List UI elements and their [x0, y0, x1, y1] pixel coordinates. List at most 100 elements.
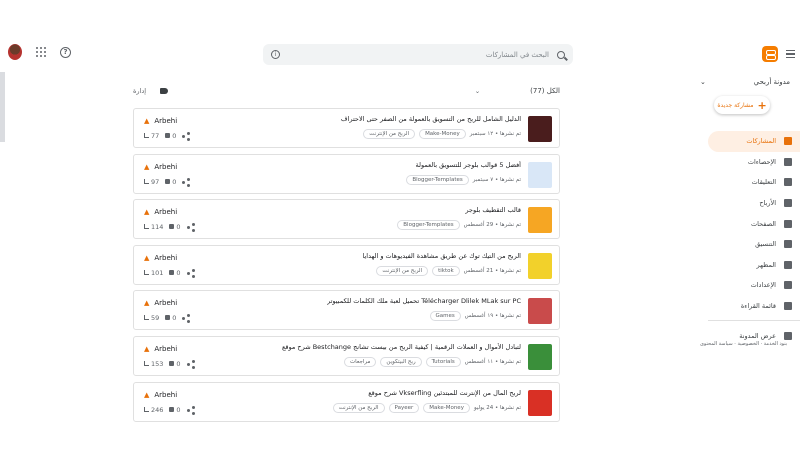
pages-icon: [784, 219, 792, 228]
post-thumbnail[interactable]: [528, 389, 552, 416]
chevron-down-icon[interactable]: ⌄: [475, 87, 480, 95]
menu-icon[interactable]: [786, 50, 795, 58]
sidebar-item-dollar[interactable]: الأرباح: [708, 193, 800, 214]
post-label[interactable]: Blogger-Templates: [406, 174, 469, 185]
comment-icon: [165, 315, 171, 321]
sidebar-item-comments[interactable]: التعليقات: [708, 172, 800, 193]
post-thumbnail[interactable]: [528, 161, 552, 188]
post-title[interactable]: أفضل 5 قوالب بلوجر للتسويق بالعمولة: [416, 161, 521, 169]
sidebar-item-pages[interactable]: الصفحات: [708, 213, 800, 234]
sidebar-item-label: الأرباح: [759, 199, 776, 208]
post-label[interactable]: الربح من الإنترنت: [332, 402, 385, 413]
post-label[interactable]: Games: [429, 311, 461, 322]
post-row[interactable]: أفضل 5 قوالب بلوجر للتسويق بالعمولة تم نش…: [133, 153, 560, 194]
post-stats: 59 0: [144, 314, 191, 324]
new-post-button[interactable]: مشاركة جديدة +: [714, 96, 770, 114]
manage-button[interactable]: إدارة: [133, 87, 146, 95]
posts-icon: [784, 137, 792, 146]
post-meta: تم نشرها • ١٢ سبتمبر Make-Money الربح من ا…: [363, 129, 521, 139]
post-label[interactable]: الربح من الإنترنت: [363, 129, 416, 139]
post-label[interactable]: Make-Money: [423, 402, 470, 413]
sidebar-item-bookmark[interactable]: قائمة القراءة: [708, 296, 800, 317]
post-label[interactable]: Make-Money: [419, 129, 466, 139]
post-thumbnail[interactable]: [528, 207, 552, 234]
label-icon[interactable]: [160, 88, 169, 94]
plus-icon: +: [757, 98, 767, 112]
sidebar-item-label: التعليقات: [751, 178, 776, 187]
post-stats: 101 0: [144, 268, 195, 278]
post-author: ▲ Arbehi: [144, 254, 177, 262]
comments-count: 0: [169, 269, 181, 277]
post-title[interactable]: قالب التقطيف بلوجر: [465, 206, 521, 214]
post-thumbnail[interactable]: [528, 116, 552, 142]
post-label[interactable]: ربح البيتكوين: [380, 356, 422, 367]
post-label[interactable]: Blogger-Templates: [397, 220, 460, 231]
comments-value: 0: [172, 132, 177, 140]
post-label[interactable]: الربح من الإنترنت: [376, 265, 429, 276]
avatar[interactable]: [8, 44, 22, 60]
post-author: ▲ Arbehi: [144, 163, 177, 171]
all-filter[interactable]: الكل (77): [530, 87, 560, 95]
post-label[interactable]: مراجعات: [343, 356, 377, 367]
post-thumbnail[interactable]: [528, 343, 552, 370]
comment-icon: [169, 406, 175, 412]
post-label[interactable]: tiktok: [432, 265, 460, 276]
scrollbar[interactable]: [0, 72, 5, 142]
blogger-logo-icon[interactable]: [762, 46, 778, 62]
blogger-dashboard: ? i البحث في المشاركات إدارة ⌄ الكل (77)…: [0, 0, 800, 428]
apps-grid-icon[interactable]: [36, 47, 46, 57]
sidebar-item-layout[interactable]: التنسيق: [708, 234, 800, 255]
comments-value: 0: [172, 314, 177, 323]
post-row[interactable]: تحميل لعبة ملك الكلمات للكمبيوتر Télécha…: [133, 290, 560, 331]
footer-links[interactable]: بنود الخدمة · الخصوصية · سياسة المحتوى: [700, 341, 787, 347]
share-icon[interactable]: [186, 405, 195, 415]
search-icon[interactable]: [557, 50, 565, 59]
help-icon[interactable]: ?: [60, 46, 71, 58]
author-icon: ▲: [144, 117, 150, 125]
post-row[interactable]: الدليل الشامل للربح من التسويق بالعمولة …: [133, 108, 560, 148]
post-date: تم نشرها • 21 أغسطس: [463, 267, 521, 274]
author-name: Arbehi: [154, 390, 178, 399]
post-row[interactable]: قالب التقطيف بلوجر تم نشرها • 29 أغسطس Blo…: [133, 199, 560, 240]
share-icon[interactable]: [182, 314, 191, 324]
search-input[interactable]: البحث في المشاركات: [280, 51, 557, 59]
search-bar[interactable]: i البحث في المشاركات: [263, 44, 573, 65]
share-icon[interactable]: [186, 359, 195, 369]
post-thumbnail[interactable]: [528, 252, 552, 279]
post-row[interactable]: الربح من التيك توك عن طريق مشاهدة الفيدي…: [133, 244, 560, 285]
info-icon[interactable]: i: [271, 50, 280, 59]
comment-icon: [165, 178, 171, 184]
views-value: 97: [151, 177, 160, 186]
post-author: ▲ Arbehi: [144, 208, 177, 216]
post-title[interactable]: الدليل الشامل للربح من التسويق بالعمولة …: [341, 115, 521, 123]
post-title[interactable]: تحميل لعبة ملك الكلمات للكمبيوتر Télécha…: [327, 297, 521, 305]
comments-count: 0: [165, 178, 176, 186]
post-row[interactable]: شرح موقع Bestchange لتبادل الأموال و الع…: [133, 335, 560, 376]
sidebar-item-posts[interactable]: المشاركات: [708, 131, 800, 152]
share-icon[interactable]: [182, 177, 191, 187]
post-label[interactable]: Tutorials: [425, 356, 461, 367]
author-name: Arbehi: [154, 344, 178, 353]
sidebar-item-gear[interactable]: الإعدادات: [708, 275, 800, 296]
blog-selector[interactable]: ⌄ مدونة أربحي: [700, 78, 790, 86]
post-title[interactable]: شرح موقع Bestchange لتبادل الأموال و الع…: [282, 343, 521, 351]
views-icon: [144, 269, 149, 275]
comment-icon: [169, 224, 175, 230]
post-meta: تم نشرها • 29 أغسطس Blogger-Templates: [397, 220, 521, 231]
sidebar-item-label: المشاركات: [746, 137, 776, 146]
sidebar-item-stats[interactable]: الإحصاءات: [708, 152, 800, 173]
post-meta: تم نشرها • ١٩ أغسطس Games: [429, 311, 521, 322]
share-icon[interactable]: [182, 132, 191, 141]
post-author: ▲ Arbehi: [144, 345, 177, 353]
post-title[interactable]: شرح موقع Vkserfling لربح المال من الإنتر…: [368, 389, 521, 397]
post-row[interactable]: شرح موقع Vkserfling لربح المال من الإنتر…: [133, 381, 560, 422]
post-thumbnail[interactable]: [528, 298, 552, 325]
header-left: ?: [8, 44, 71, 60]
theme-icon: [784, 260, 792, 269]
post-date: تم نشرها • 24 يوليو: [473, 404, 521, 411]
sidebar-item-theme[interactable]: المظهر: [708, 255, 800, 276]
share-icon[interactable]: [186, 268, 195, 278]
post-title[interactable]: الربح من التيك توك عن طريق مشاهدة الفيدي…: [362, 252, 521, 260]
share-icon[interactable]: [186, 223, 195, 233]
post-label[interactable]: Payeer: [388, 402, 420, 413]
